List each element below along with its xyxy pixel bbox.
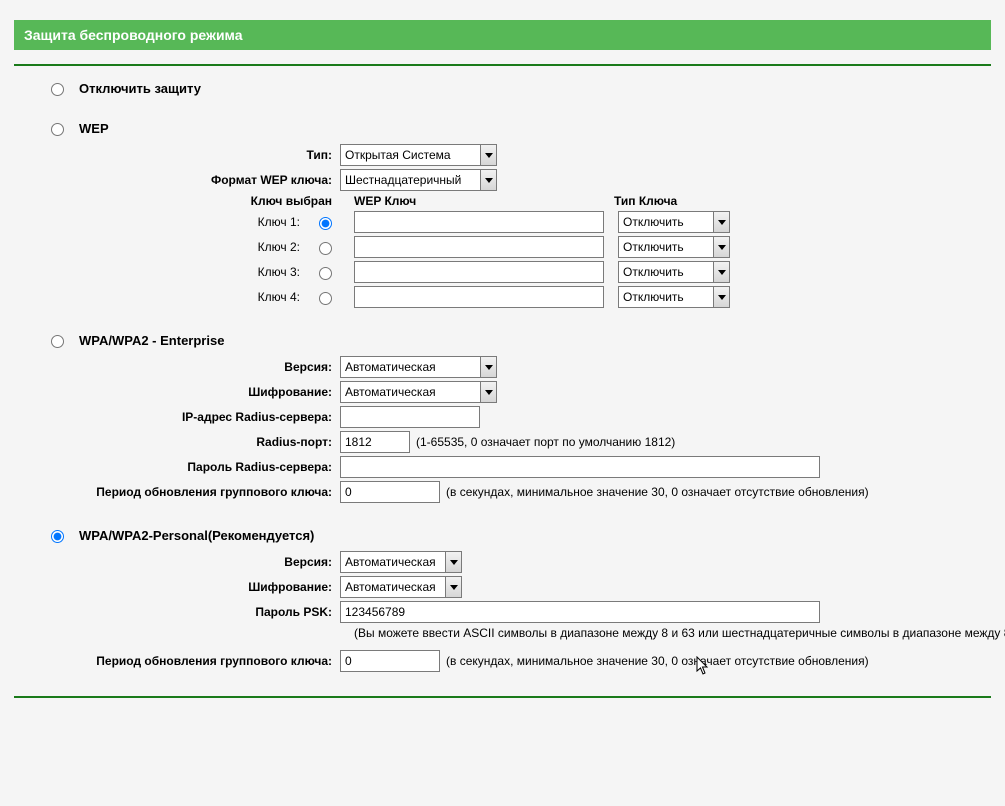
wep-key1-label: Ключ 1:	[14, 215, 308, 229]
wep-key2-type-select[interactable]: Отключить	[618, 236, 730, 258]
ent-group-key-label: Период обновления группового ключа:	[14, 485, 340, 499]
psk-group-key-hint: (в секундах, минимальное значение 30, 0 …	[446, 654, 869, 668]
ent-radius-ip-input[interactable]	[340, 406, 480, 428]
psk-password-note: (Вы можете ввести ASCII символы в диапаз…	[354, 626, 991, 640]
wep-key2-input[interactable]	[354, 236, 604, 258]
radio-wpa-personal[interactable]	[51, 530, 64, 543]
wep-key4-type-select[interactable]: Отключить	[618, 286, 730, 308]
chevron-down-icon	[445, 576, 462, 598]
ent-encryption-select[interactable]: Автоматическая	[340, 381, 497, 403]
psk-version-label: Версия:	[14, 555, 340, 569]
psk-password-label: Пароль PSK:	[14, 605, 340, 619]
ent-radius-port-label: Radius-порт:	[14, 435, 340, 449]
wep-key1-type-select[interactable]: Отключить	[618, 211, 730, 233]
wep-label: WEP	[79, 121, 109, 136]
chevron-down-icon	[713, 286, 730, 308]
radio-wep-key2[interactable]	[319, 242, 332, 255]
wep-format-select[interactable]: Шестнадцатеричный	[340, 169, 497, 191]
wep-col-selected: Ключ выбран	[14, 194, 340, 208]
ent-version-select[interactable]: Автоматическая	[340, 356, 497, 378]
ent-radius-pwd-label: Пароль Radius-сервера:	[14, 460, 340, 474]
wep-key3-label: Ключ 3:	[14, 265, 308, 279]
wep-type-select[interactable]: Открытая Система	[340, 144, 497, 166]
ent-radius-ip-label: IP-адрес Radius-сервера:	[14, 410, 340, 424]
psk-encryption-label: Шифрование:	[14, 580, 340, 594]
radio-wep-key1[interactable]	[319, 217, 332, 230]
psk-password-input[interactable]	[340, 601, 820, 623]
wpa-enterprise-label: WPA/WPA2 - Enterprise	[79, 333, 224, 348]
ent-encryption-label: Шифрование:	[14, 385, 340, 399]
wep-col-key: WEP Ключ	[340, 194, 600, 208]
ent-radius-port-hint: (1-65535, 0 означает порт по умолчанию 1…	[416, 435, 675, 449]
chevron-down-icon	[445, 551, 462, 573]
wep-key2-label: Ключ 2:	[14, 240, 308, 254]
ent-group-key-hint: (в секундах, минимальное значение 30, 0 …	[446, 485, 869, 499]
chevron-down-icon	[713, 261, 730, 283]
psk-group-key-input[interactable]	[340, 650, 440, 672]
wep-key4-input[interactable]	[354, 286, 604, 308]
ent-radius-port-input[interactable]	[340, 431, 410, 453]
radio-wep-key3[interactable]	[319, 267, 332, 280]
divider-top	[14, 64, 991, 66]
wep-key1-input[interactable]	[354, 211, 604, 233]
chevron-down-icon	[480, 144, 497, 166]
radio-wep-key4[interactable]	[319, 292, 332, 305]
wep-col-type: Тип Ключа	[600, 194, 677, 208]
radio-disable-security[interactable]	[51, 83, 64, 96]
wpa-personal-label: WPA/WPA2-Personal(Рекомендуется)	[79, 528, 314, 543]
psk-version-select[interactable]: Автоматическая	[340, 551, 462, 573]
divider-bottom	[14, 696, 991, 698]
chevron-down-icon	[713, 236, 730, 258]
wep-key3-type-select[interactable]: Отключить	[618, 261, 730, 283]
wep-key4-label: Ключ 4:	[14, 290, 308, 304]
ent-version-label: Версия:	[14, 360, 340, 374]
ent-group-key-input[interactable]	[340, 481, 440, 503]
page-title: Защита беспроводного режима	[14, 20, 991, 50]
chevron-down-icon	[713, 211, 730, 233]
disable-security-label: Отключить защиту	[79, 81, 201, 96]
chevron-down-icon	[480, 356, 497, 378]
radio-wep[interactable]	[51, 123, 64, 136]
wep-type-label: Тип:	[14, 148, 340, 162]
wep-key3-input[interactable]	[354, 261, 604, 283]
chevron-down-icon	[480, 381, 497, 403]
psk-encryption-select[interactable]: Автоматическая	[340, 576, 462, 598]
wep-format-label: Формат WEP ключа:	[14, 173, 340, 187]
chevron-down-icon	[480, 169, 497, 191]
radio-wpa-enterprise[interactable]	[51, 335, 64, 348]
ent-radius-pwd-input[interactable]	[340, 456, 820, 478]
psk-group-key-label: Период обновления группового ключа:	[14, 654, 340, 668]
